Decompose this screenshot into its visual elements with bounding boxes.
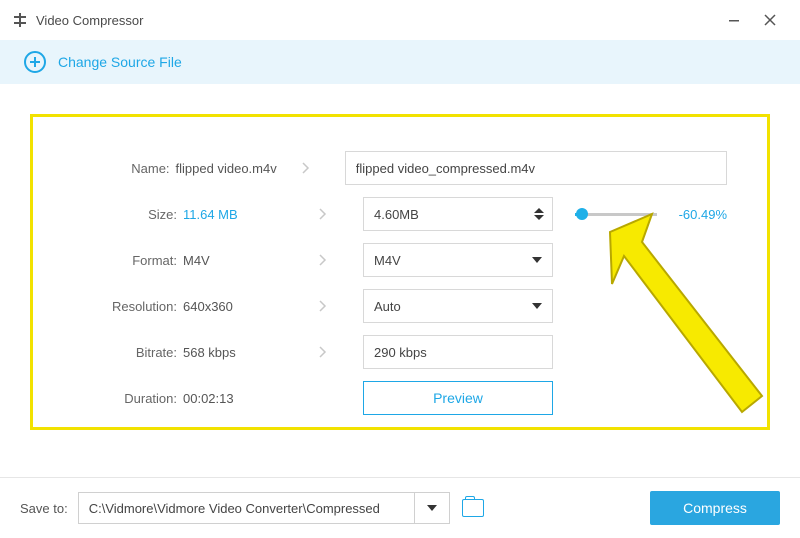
label-duration: Duration: xyxy=(73,391,183,406)
output-name-input[interactable] xyxy=(345,151,727,185)
chevron-right-icon xyxy=(313,250,333,270)
slider-thumb[interactable] xyxy=(576,208,588,220)
save-path-box xyxy=(78,492,450,524)
save-to-label: Save to: xyxy=(20,501,68,516)
compress-button[interactable]: Compress xyxy=(650,491,780,525)
save-path-input[interactable] xyxy=(78,492,414,524)
chevron-down-icon xyxy=(532,303,542,309)
open-folder-icon[interactable] xyxy=(462,499,484,517)
output-format-value: M4V xyxy=(374,253,401,268)
row-duration: Duration: 00:02:13 Preview xyxy=(73,375,727,421)
label-size: Size: xyxy=(73,207,183,222)
source-name: flipped video.m4v xyxy=(176,161,297,176)
add-source-icon[interactable] xyxy=(24,51,46,73)
settings-panel: Name: flipped video.m4v Size: 11.64 MB 4… xyxy=(30,114,770,430)
label-bitrate: Bitrate: xyxy=(73,345,183,360)
row-resolution: Resolution: 640x360 Auto xyxy=(73,283,727,329)
chevron-right-icon xyxy=(296,158,315,178)
preview-button[interactable]: Preview xyxy=(363,381,553,415)
app-icon xyxy=(12,12,28,28)
title-bar: Video Compressor xyxy=(0,0,800,40)
size-slider-wrap: -60.49% xyxy=(575,207,727,222)
output-size-stepper[interactable]: 4.60MB xyxy=(363,197,553,231)
output-size-value: 4.60MB xyxy=(374,207,419,222)
source-bitrate: 568 kbps xyxy=(183,345,313,360)
bottom-bar: Save to: Compress xyxy=(0,478,800,538)
row-name: Name: flipped video.m4v xyxy=(73,145,727,191)
close-button[interactable] xyxy=(752,4,788,36)
row-bitrate: Bitrate: 568 kbps 290 kbps xyxy=(73,329,727,375)
chevron-right-icon xyxy=(313,204,333,224)
source-duration: 00:02:13 xyxy=(183,391,313,406)
source-bar: Change Source File xyxy=(0,40,800,84)
size-percent: -60.49% xyxy=(671,207,727,222)
output-resolution-select[interactable]: Auto xyxy=(363,289,553,323)
label-name: Name: xyxy=(73,161,176,176)
label-resolution: Resolution: xyxy=(73,299,183,314)
source-size: 11.64 MB xyxy=(183,207,313,222)
row-format: Format: M4V M4V xyxy=(73,237,727,283)
size-spinner[interactable] xyxy=(532,202,546,226)
chevron-right-icon xyxy=(313,342,333,362)
minimize-button[interactable] xyxy=(716,4,752,36)
size-slider[interactable] xyxy=(575,213,657,216)
output-format-select[interactable]: M4V xyxy=(363,243,553,277)
window-title: Video Compressor xyxy=(36,13,716,28)
save-path-dropdown[interactable] xyxy=(414,492,450,524)
output-bitrate-input[interactable]: 290 kbps xyxy=(363,335,553,369)
chevron-down-icon xyxy=(532,257,542,263)
output-bitrate-value: 290 kbps xyxy=(374,345,427,360)
source-resolution: 640x360 xyxy=(183,299,313,314)
output-resolution-value: Auto xyxy=(374,299,401,314)
chevron-right-icon xyxy=(313,296,333,316)
change-source-link[interactable]: Change Source File xyxy=(58,54,182,70)
row-size: Size: 11.64 MB 4.60MB -60.49% xyxy=(73,191,727,237)
source-format: M4V xyxy=(183,253,313,268)
label-format: Format: xyxy=(73,253,183,268)
